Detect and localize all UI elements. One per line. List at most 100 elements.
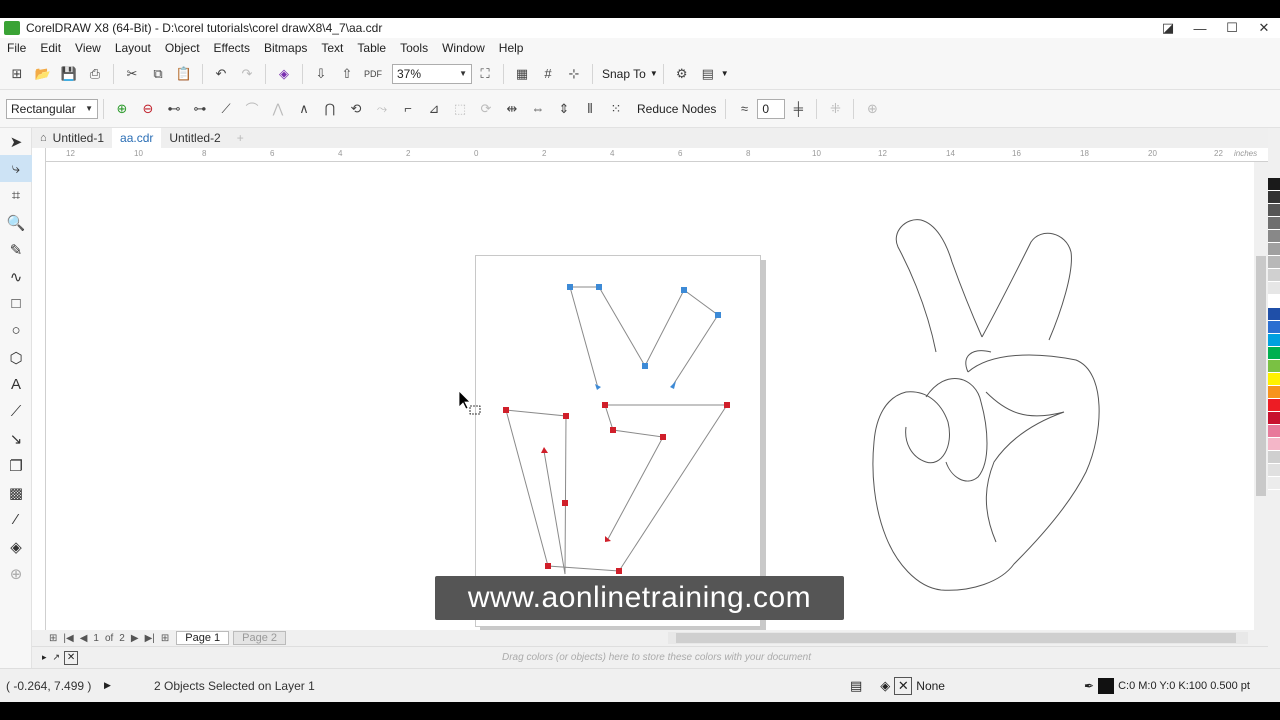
color-proof-icon[interactable]: ▤ [850,678,862,694]
paste-icon[interactable]: 📋 [173,63,195,85]
tab-untitled-1[interactable]: ⌂ Untitled-1 [32,128,112,148]
page-tab-2[interactable]: Page 2 [233,631,286,645]
full-screen-icon[interactable]: ⛶ [474,63,496,85]
add-page-icon[interactable]: ⊞ [158,633,172,644]
drawing-canvas[interactable]: www.aonlinetraining.com [46,162,1254,630]
fill-indicator[interactable]: ▤ ◈ ✕ None [850,676,945,695]
document-palette[interactable]: ▸ ↗ ✕ Drag colors (or objects) here to s… [32,646,1268,668]
drop-shadow-icon[interactable]: ❐ [0,452,32,479]
crop-tool-icon[interactable]: ⌗ [0,182,32,209]
node-handles-lower[interactable] [503,402,730,574]
application-launcher-icon[interactable]: ▤ [697,63,719,85]
copy-icon[interactable]: ⧉ [147,63,169,85]
select-all-nodes-icon[interactable]: ⁙ [605,98,627,120]
menu-bitmaps[interactable]: Bitmaps [257,41,314,55]
save-icon[interactable]: 💾 [58,63,80,85]
rotate-nodes-icon[interactable]: ⟳ [475,98,497,120]
menu-layout[interactable]: Layout [108,41,158,55]
menu-view[interactable]: View [68,41,108,55]
palette-swatch[interactable] [1268,373,1280,386]
palette-swatch[interactable] [1268,399,1280,412]
palette-swatch[interactable] [1268,360,1280,373]
polygon-tool-icon[interactable]: ⬡ [0,344,32,371]
search-content-icon[interactable]: ◈ [273,63,295,85]
connector-tool-icon[interactable]: ↘ [0,425,32,452]
show-rulers-icon[interactable]: ▦ [511,63,533,85]
join-nodes-icon[interactable]: ⊷ [163,98,185,120]
palette-swatch[interactable] [1268,217,1280,230]
menu-tools[interactable]: Tools [393,41,435,55]
palette-swatch[interactable] [1268,256,1280,269]
new-tab-icon[interactable]: + [229,128,252,148]
palette-swatch[interactable] [1268,243,1280,256]
new-document-icon[interactable]: ⊞ [6,63,28,85]
curve-smoothness-input[interactable]: 0 [757,98,786,119]
delete-nodes-icon[interactable]: ⊖ [137,98,159,120]
outline-indicator[interactable]: ✒ C:0 M:0 Y:0 K:100 0.500 pt [1084,677,1250,694]
selected-curve-lower[interactable] [505,404,728,575]
open-icon[interactable]: 📂 [32,63,54,85]
close-curve-icon[interactable]: ⊿ [423,98,445,120]
reduce-nodes-button[interactable]: Reduce Nodes [633,102,720,116]
horizontal-ruler[interactable]: 12 10 8 6 4 2 0 2 4 6 8 10 12 14 16 18 2… [46,148,1268,162]
menu-window[interactable]: Window [435,41,492,55]
show-guidelines-icon[interactable]: ⊹ [563,63,585,85]
selection-mode-select[interactable]: Rectangular ▼ [6,98,98,119]
palette-swatch[interactable] [1268,178,1280,191]
maximize-button[interactable]: ☐ [1216,18,1248,38]
cusp-node-icon[interactable]: ⋀ [267,98,289,120]
close-button[interactable]: ✕ [1248,18,1280,38]
palette-swatch[interactable] [1268,451,1280,464]
show-grid-icon[interactable]: # [537,63,559,85]
previous-page-icon[interactable]: ◀ [77,633,91,644]
align-nodes-icon[interactable]: ⇹ [501,98,523,120]
print-icon[interactable]: ⎙ [84,63,106,85]
color-eyedropper-icon[interactable]: ⁄ [0,506,32,533]
palette-swatch[interactable] [1268,282,1280,295]
curve-smoothness-icon[interactable]: ≈ [733,98,755,120]
mirror-vertical-icon[interactable]: ⇕ [553,98,575,120]
zoom-tool-icon[interactable]: 🔍 [0,209,32,236]
horizontal-scrollbar-thumb[interactable] [676,633,1236,643]
palette-eyedropper-icon[interactable]: ↗ [53,652,61,663]
artistic-media-icon[interactable]: ∿ [0,263,32,290]
zoom-level-select[interactable]: 37% ▼ [392,63,472,84]
export-icon[interactable]: ⇧ [336,63,358,85]
transparency-tool-icon[interactable]: ▩ [0,479,32,506]
palette-swatch[interactable] [1268,412,1280,425]
interactive-fill-icon[interactable]: ◈ [0,533,32,560]
publish-pdf-icon[interactable]: PDF [362,63,384,85]
vertical-ruler[interactable] [32,148,46,630]
first-page-icon[interactable]: |◀ [60,633,76,644]
add-tool-icon[interactable]: ⊕ [0,560,32,587]
elastic-mode-icon[interactable]: ⦀ [579,98,601,120]
palette-swatch[interactable] [1268,464,1280,477]
palette-swatch[interactable] [1268,347,1280,360]
redo-icon[interactable]: ↷ [236,63,258,85]
cut-icon[interactable]: ✂ [121,63,143,85]
account-icon[interactable]: ◪ [1152,18,1184,38]
tab-aa-cdr[interactable]: aa.cdr [112,128,162,148]
next-page-icon[interactable]: ▶ [128,633,142,644]
no-color-swatch[interactable]: ✕ [64,650,79,665]
palette-swatch[interactable] [1268,191,1280,204]
mirror-horizontal-icon[interactable]: ⇔ [527,98,549,120]
import-icon[interactable]: ⇩ [310,63,332,85]
text-tool-icon[interactable]: A [0,371,32,398]
menu-edit[interactable]: Edit [33,41,68,55]
palette-swatch[interactable] [1268,230,1280,243]
rectangle-tool-icon[interactable]: □ [0,290,32,317]
add-nodes-icon[interactable]: ⊕ [111,98,133,120]
palette-swatch[interactable] [1268,269,1280,282]
ellipse-tool-icon[interactable]: ○ [0,317,32,344]
palette-swatch[interactable] [1268,425,1280,438]
smooth-node-icon[interactable]: ∧ [293,98,315,120]
vertical-scrollbar-thumb[interactable] [1256,256,1266,496]
page-tab-1[interactable]: Page 1 [176,631,230,645]
palette-arrow-icon[interactable]: ▸ [42,652,47,663]
parallel-dimension-icon[interactable]: ⟋ [0,398,32,425]
menu-help[interactable]: Help [492,41,531,55]
add-toolbar-icon[interactable]: ⊕ [861,98,883,120]
palette-swatch[interactable] [1268,438,1280,451]
palette-swatch[interactable] [1268,204,1280,217]
